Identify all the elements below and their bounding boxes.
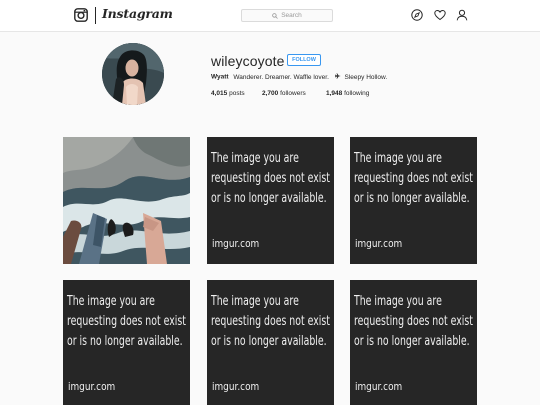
top-navigation: Instagram Search <box>0 0 540 32</box>
imgur-site-label: imgur.com <box>68 381 116 393</box>
explore-compass-icon[interactable] <box>411 9 423 21</box>
airplane-icon <box>334 73 341 79</box>
followers-stat[interactable]: 2,700 followers <box>262 90 306 97</box>
profile-full-name: Wyatt <box>211 73 229 81</box>
imgur-site-label: imgur.com <box>212 238 260 250</box>
avatar-photo <box>102 43 164 105</box>
heart-icon[interactable] <box>434 9 446 21</box>
posts-stat[interactable]: 4,015 posts <box>211 90 245 97</box>
logo-divider <box>95 7 96 24</box>
instagram-wordmark[interactable]: Instagram <box>102 6 173 21</box>
grid-photo-4[interactable]: The image you are requesting does not ex… <box>63 280 190 405</box>
search-placeholder: Search <box>281 12 302 19</box>
image-unavailable-text: The image you are requesting does not ex… <box>354 151 473 206</box>
bio-location: Sleepy Hollow. <box>344 73 388 81</box>
grid-photo-3[interactable]: The image you are requesting does not ex… <box>350 137 477 264</box>
profile-bio: Wyatt Wanderer. Dreamer. Waffle lover. S… <box>211 73 387 81</box>
posts-label: posts <box>229 90 245 97</box>
following-stat[interactable]: 1,948 following <box>326 90 369 97</box>
grid-photo-5[interactable]: The image you are requesting does not ex… <box>207 280 334 405</box>
grid-photo-6[interactable]: The image you are requesting does not ex… <box>350 280 477 405</box>
search-icon <box>272 12 278 19</box>
search-input[interactable]: Search <box>241 9 333 22</box>
profile-avatar[interactable] <box>102 43 164 105</box>
image-unavailable-text: The image you are requesting does not ex… <box>354 294 473 349</box>
instagram-camera-icon[interactable] <box>74 8 88 22</box>
imgur-site-label: imgur.com <box>355 381 403 393</box>
image-unavailable-text: The image you are requesting does not ex… <box>211 294 330 349</box>
profile-icon[interactable] <box>456 9 468 21</box>
imgur-site-label: imgur.com <box>355 238 403 250</box>
posts-count: 4,015 <box>211 90 228 97</box>
grid-photo-1[interactable] <box>63 137 190 264</box>
imgur-site-label: imgur.com <box>212 381 260 393</box>
followers-count: 2,700 <box>262 90 279 97</box>
image-unavailable-text: The image you are requesting does not ex… <box>211 151 330 206</box>
follow-button[interactable]: FOLLOW <box>287 54 321 66</box>
bio-text: Wanderer. Dreamer. Waffle lover. <box>233 73 329 81</box>
grid-photo-2[interactable]: The image you are requesting does not ex… <box>207 137 334 264</box>
followers-label: followers <box>280 90 306 97</box>
following-count: 1,948 <box>326 90 343 97</box>
following-label: following <box>344 90 370 97</box>
image-unavailable-text: The image you are requesting does not ex… <box>67 294 186 349</box>
profile-username: wileycoyote <box>211 53 285 69</box>
legs-over-waterfall-photo <box>63 137 190 264</box>
